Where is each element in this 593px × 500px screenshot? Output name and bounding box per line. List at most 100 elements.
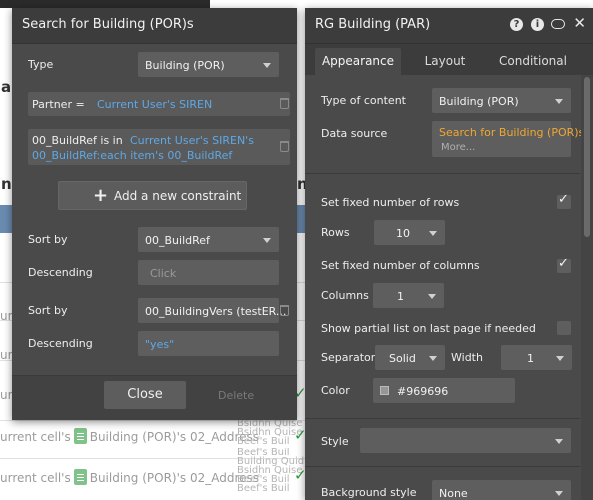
rows-label: Rows [321,226,350,239]
rows-value: 10 [396,227,410,240]
panel-header: RG Building (PAR) ? i ✕ [305,8,593,44]
width-dropdown[interactable]: 1 [501,345,572,370]
separator-dropdown[interactable]: Solid [375,345,445,370]
chevron-down-icon [429,356,437,361]
delete-button[interactable]: Delete [218,389,254,402]
constraint-value[interactable]: Current User's SIREN [97,98,212,111]
color-swatch[interactable] [380,386,389,395]
constraint-value-continued[interactable]: 00_BuildRef:each item's 00_BuildRef [32,149,232,162]
constraint-partner[interactable]: Partner = Current User's SIREN [28,92,290,116]
style-dropdown[interactable] [360,428,571,453]
separator-value: Solid [389,352,416,365]
fixed-rows-label: Set fixed number of rows [321,196,460,209]
close-icon[interactable]: ✕ [573,14,586,32]
separator-label: Separator [321,351,376,364]
trash-icon[interactable] [280,141,289,152]
tab-conditional[interactable]: Conditional [490,48,576,75]
background-style-value: None [439,487,468,500]
sort-by-dropdown[interactable]: 00_BuildingVers (testER... [138,298,286,323]
color-label: Color [321,384,350,397]
type-of-content-value: Building (POR) [439,95,519,108]
type-label: Type [28,58,54,71]
style-label: Style [321,435,349,448]
panel-title: RG Building (PAR) [315,17,431,32]
fixed-columns-label: Set fixed number of columns [321,259,480,272]
editor-top-bar [0,0,210,8]
constraint-key: Partner = [32,98,85,111]
background-style-dropdown[interactable]: None [432,480,571,500]
fixed-rows-checkbox[interactable] [557,192,571,209]
trash-icon[interactable] [280,98,289,109]
background-text: a [1,78,12,96]
rows-dropdown[interactable]: 10 [374,220,445,245]
section-divider [305,173,580,174]
partial-list-checkbox[interactable] [557,321,571,335]
add-constraint-label: Add a new constraint [114,189,242,203]
constraint-key: 00_BuildRef is in [32,134,123,147]
popup-header: Search for Building (POR)s [12,8,297,44]
chevron-down-icon [555,491,563,496]
search-editor-popup: Search for Building (POR)s Type Building… [12,8,297,420]
descending-placeholder: Click [150,267,177,280]
chevron-down-icon [555,439,563,444]
popup-footer: Close Delete [12,375,297,420]
partial-list-label: Show partial list on last page if needed [321,322,536,335]
close-button[interactable]: Close [104,381,186,409]
descending-input[interactable]: "yes" [138,331,279,356]
property-editor-panel: RG Building (PAR) ? i ✕ Appearance Layou… [305,8,593,500]
panel-tabs: Appearance Layout Conditional [305,44,593,75]
descending-value: "yes" [145,338,175,351]
data-source-field[interactable]: Search for Building (POR)s More... [432,121,584,157]
section-divider [305,418,580,419]
chevron-down-icon [556,356,564,361]
background-cell: urrent cell's Building (POR)'s 02_Address [0,428,260,444]
type-value: Building (POR) [145,59,225,72]
chevron-down-icon [263,63,271,68]
sort-by-dropdown[interactable]: 00_BuildRef [138,227,279,252]
tab-appearance[interactable]: Appearance [315,48,401,75]
chevron-down-icon [428,294,436,299]
type-dropdown[interactable]: Building (POR) [138,52,279,77]
background-cell: urrent cell's Building (POR)'s 02_Address [0,469,260,485]
color-picker-field[interactable]: #969696 [373,378,515,403]
chevron-down-icon [555,99,563,104]
more-link[interactable]: More... [441,142,475,153]
descending-label: Descending [28,337,93,350]
sort-by-value: 00_BuildingVers (testER... [145,305,287,318]
scrollbar-thumb[interactable] [584,77,590,237]
chevron-down-icon [429,231,437,236]
descending-label: Descending [28,266,93,279]
color-value: #969696 [397,385,449,398]
background-style-label: Background style [321,486,417,499]
type-of-content-dropdown[interactable]: Building (POR) [432,88,571,113]
chevron-down-icon [263,238,271,243]
sort-by-value: 00_BuildRef [145,234,210,247]
data-source-value[interactable]: Search for Building (POR)s [439,126,584,139]
info-icon[interactable]: i [531,18,544,31]
popup-title: Search for Building (POR)s [22,17,194,32]
width-label: Width [451,351,483,364]
sort-by-label: Sort by [28,233,68,246]
document-icon [73,469,87,485]
add-constraint-button[interactable]: + Add a new constraint [58,181,247,210]
fixed-columns-checkbox[interactable] [557,256,571,273]
width-value: 1 [527,352,534,365]
constraint-value[interactable]: Current User's SIREN's [130,134,254,147]
columns-label: Columns [321,289,369,302]
type-of-content-label: Type of content [321,94,406,107]
tab-layout[interactable]: Layout [408,48,482,75]
columns-value: 1 [397,290,404,303]
plus-icon: + [93,185,109,206]
constraint-buildref[interactable]: 00_BuildRef is in Current User's SIREN's… [28,129,290,165]
section-divider [305,466,580,467]
sort-by-label: Sort by [28,304,68,317]
help-icon[interactable]: ? [510,18,523,31]
descending-input[interactable]: Click [138,260,279,285]
trash-icon[interactable] [280,305,289,316]
data-source-label: Data source [321,127,388,140]
comment-icon[interactable] [551,19,565,29]
panel-scrollbar[interactable] [581,75,593,500]
background-text: n [1,175,12,193]
document-icon [73,428,87,444]
columns-dropdown[interactable]: 1 [373,283,444,308]
